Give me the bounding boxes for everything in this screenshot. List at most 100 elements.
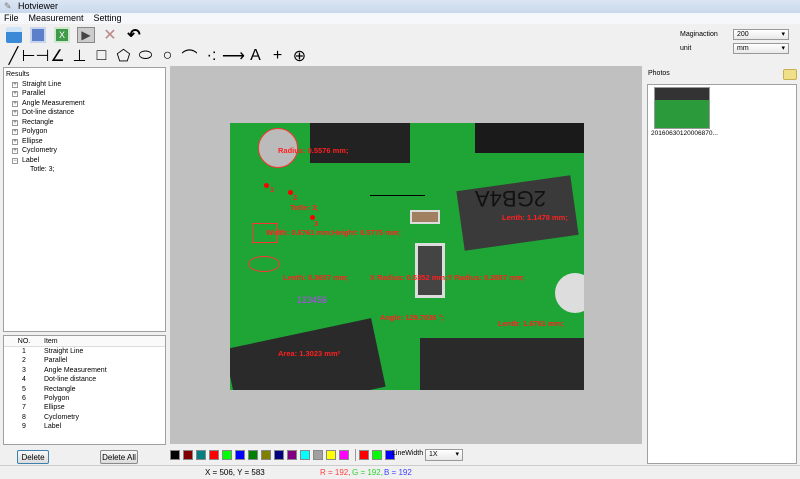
color-swatch[interactable]	[209, 450, 219, 460]
table-row[interactable]: 6 Polygon	[4, 394, 165, 403]
menu-measurement[interactable]: Measurement	[29, 13, 84, 23]
results-node[interactable]: + Angle Measurement	[4, 99, 165, 109]
color-swatch[interactable]	[235, 450, 245, 460]
text-label-icon[interactable]: A	[246, 46, 265, 66]
parallel-icon[interactable]: ⊢⊣	[22, 46, 50, 66]
linewidth-label: LineWidth	[392, 450, 424, 457]
expand-icon[interactable]: +	[12, 110, 18, 116]
photos-title: Photos	[648, 70, 670, 77]
expand-icon[interactable]: +	[12, 148, 18, 154]
color-swatch[interactable]	[222, 450, 232, 460]
row-item: Straight Line	[44, 348, 84, 355]
grid-circle-icon[interactable]: ⊕	[290, 46, 309, 66]
results-node-label: Angle Measurement	[22, 99, 85, 107]
unit-select[interactable]: mm	[733, 43, 789, 54]
color-swatch[interactable]	[248, 450, 258, 460]
color-swatch[interactable]	[339, 450, 349, 460]
current-color-swatch[interactable]	[359, 450, 369, 460]
linewidth-select[interactable]: 1X	[425, 449, 463, 461]
color-swatch[interactable]	[183, 450, 193, 460]
results-tree: Results + Straight Line + Parallel + Angle Me…	[3, 67, 166, 332]
results-node[interactable]: − Label	[4, 156, 165, 166]
radius-annotation: Radius: 0.5576 mm;	[278, 146, 349, 155]
crosshair-icon[interactable]: +	[268, 46, 287, 66]
table-row[interactable]: 1 Straight Line	[4, 347, 165, 356]
col-item: Item	[44, 338, 58, 345]
point-label-2: 2	[293, 193, 298, 202]
arrow-icon[interactable]: ⟶	[222, 46, 245, 66]
row-item: Rectangle	[44, 385, 76, 393]
row-no: 2	[22, 357, 26, 365]
table-row[interactable]: 9 Label	[4, 422, 165, 431]
expand-icon[interactable]: +	[12, 138, 18, 145]
row-item: Polygon	[44, 394, 70, 402]
image-canvas[interactable]: 2GB4A 1 2 3 Radius: 0.5576 mm; Totle: 3;…	[170, 66, 642, 444]
color-swatch[interactable]	[313, 450, 323, 460]
area-annotation: Area: 1.3023 mm²	[278, 349, 341, 358]
expand-icon[interactable]: +	[12, 119, 18, 126]
table-row[interactable]: 8 Cyclometry	[4, 413, 165, 422]
color-swatch[interactable]	[326, 450, 336, 460]
window-title: Hotviewer	[18, 1, 59, 11]
results-node-label: Label	[22, 156, 40, 164]
results-node[interactable]: + Cyclometry	[4, 146, 165, 156]
arc-icon[interactable]: ⌒	[180, 46, 199, 67]
circle-icon[interactable]: ○	[158, 46, 177, 66]
photo-thumbnail[interactable]	[654, 87, 710, 129]
perpendicular-icon[interactable]: ⊥	[70, 46, 89, 66]
blue-readout: B = 192	[384, 468, 412, 477]
undo-icon[interactable]: ↶	[124, 25, 144, 45]
word-export-icon[interactable]	[28, 25, 48, 45]
table-row[interactable]: 2 Parallel	[4, 356, 165, 365]
expand-icon[interactable]: +	[12, 91, 18, 97]
excel-export-icon[interactable]: X	[52, 25, 72, 45]
results-node[interactable]: + Polygon	[4, 127, 165, 137]
color-swatch[interactable]	[274, 450, 284, 460]
items-table: NO. Item 1 Straight Line 2 Parallel 3 Angle M…	[3, 335, 166, 445]
results-node[interactable]: + Straight Line	[4, 80, 165, 90]
collapse-icon[interactable]: −	[12, 157, 18, 164]
menu-bar: File Measurement Setting	[0, 13, 800, 24]
menu-file[interactable]: File	[4, 13, 19, 23]
ellipse-icon[interactable]: ⬭	[136, 46, 155, 66]
color-swatch[interactable]	[287, 450, 297, 460]
rectangle-icon[interactable]: □	[92, 46, 111, 66]
delete-all-button[interactable]: Delete All	[100, 450, 138, 464]
table-row[interactable]: 4 Dot-line distance	[4, 375, 165, 384]
results-node[interactable]: + Ellipse	[4, 137, 165, 147]
play-icon[interactable]: ▶	[76, 25, 96, 45]
straight-line-icon[interactable]: ╱	[4, 46, 23, 66]
delete-button[interactable]: Delete	[17, 450, 49, 464]
polygon-icon[interactable]: ⬠	[114, 46, 133, 66]
expand-icon[interactable]: +	[12, 129, 18, 135]
length-annotation-3: Lenth: 0.3657 mm;	[283, 273, 349, 282]
results-node[interactable]: + Rectangle	[4, 118, 165, 128]
color-swatch[interactable]	[300, 450, 310, 460]
results-node-label: Rectangle	[22, 118, 54, 126]
calibrate-ruler-icon[interactable]: ✕	[100, 25, 120, 45]
pcb-photo: 2GB4A 1 2 3 Radius: 0.5576 mm; Totle: 3;…	[230, 123, 584, 390]
photo-name[interactable]: 20160630120006870...	[651, 130, 718, 137]
expand-icon[interactable]: +	[12, 81, 18, 88]
table-row[interactable]: 5 Rectangle	[4, 385, 165, 394]
results-node[interactable]: + Dot-line distance	[4, 108, 165, 118]
angle-icon[interactable]: ∠	[48, 46, 67, 66]
length-annotation-2: Lenth: 1.6761 mm;	[498, 319, 564, 328]
color-swatch[interactable]	[261, 450, 271, 460]
expand-icon[interactable]: +	[12, 100, 18, 107]
results-node[interactable]: + Parallel	[4, 89, 165, 99]
magnification-select[interactable]: 200	[733, 29, 789, 40]
folder-icon[interactable]	[783, 69, 797, 80]
color-swatch[interactable]	[170, 450, 180, 460]
dot-line-icon[interactable]: ·:	[202, 46, 221, 66]
row-item: Ellipse	[44, 404, 65, 412]
toolbar-draw: ╱ ⊢⊣ ∠ ⊥ □ ⬠ ⬭ ○ ⌒ ·: ⟶ A + ⊕	[4, 46, 312, 67]
table-row[interactable]: 3 Angle Measurement	[4, 366, 165, 375]
current-color-swatch[interactable]	[372, 450, 382, 460]
table-row[interactable]: 7 Ellipse	[4, 403, 165, 412]
red-readout: R = 192,	[320, 468, 351, 477]
menu-setting[interactable]: Setting	[94, 13, 122, 23]
results-child[interactable]: Totle: 3;	[4, 165, 165, 175]
save-icon[interactable]	[4, 25, 24, 45]
color-swatch[interactable]	[196, 450, 206, 460]
